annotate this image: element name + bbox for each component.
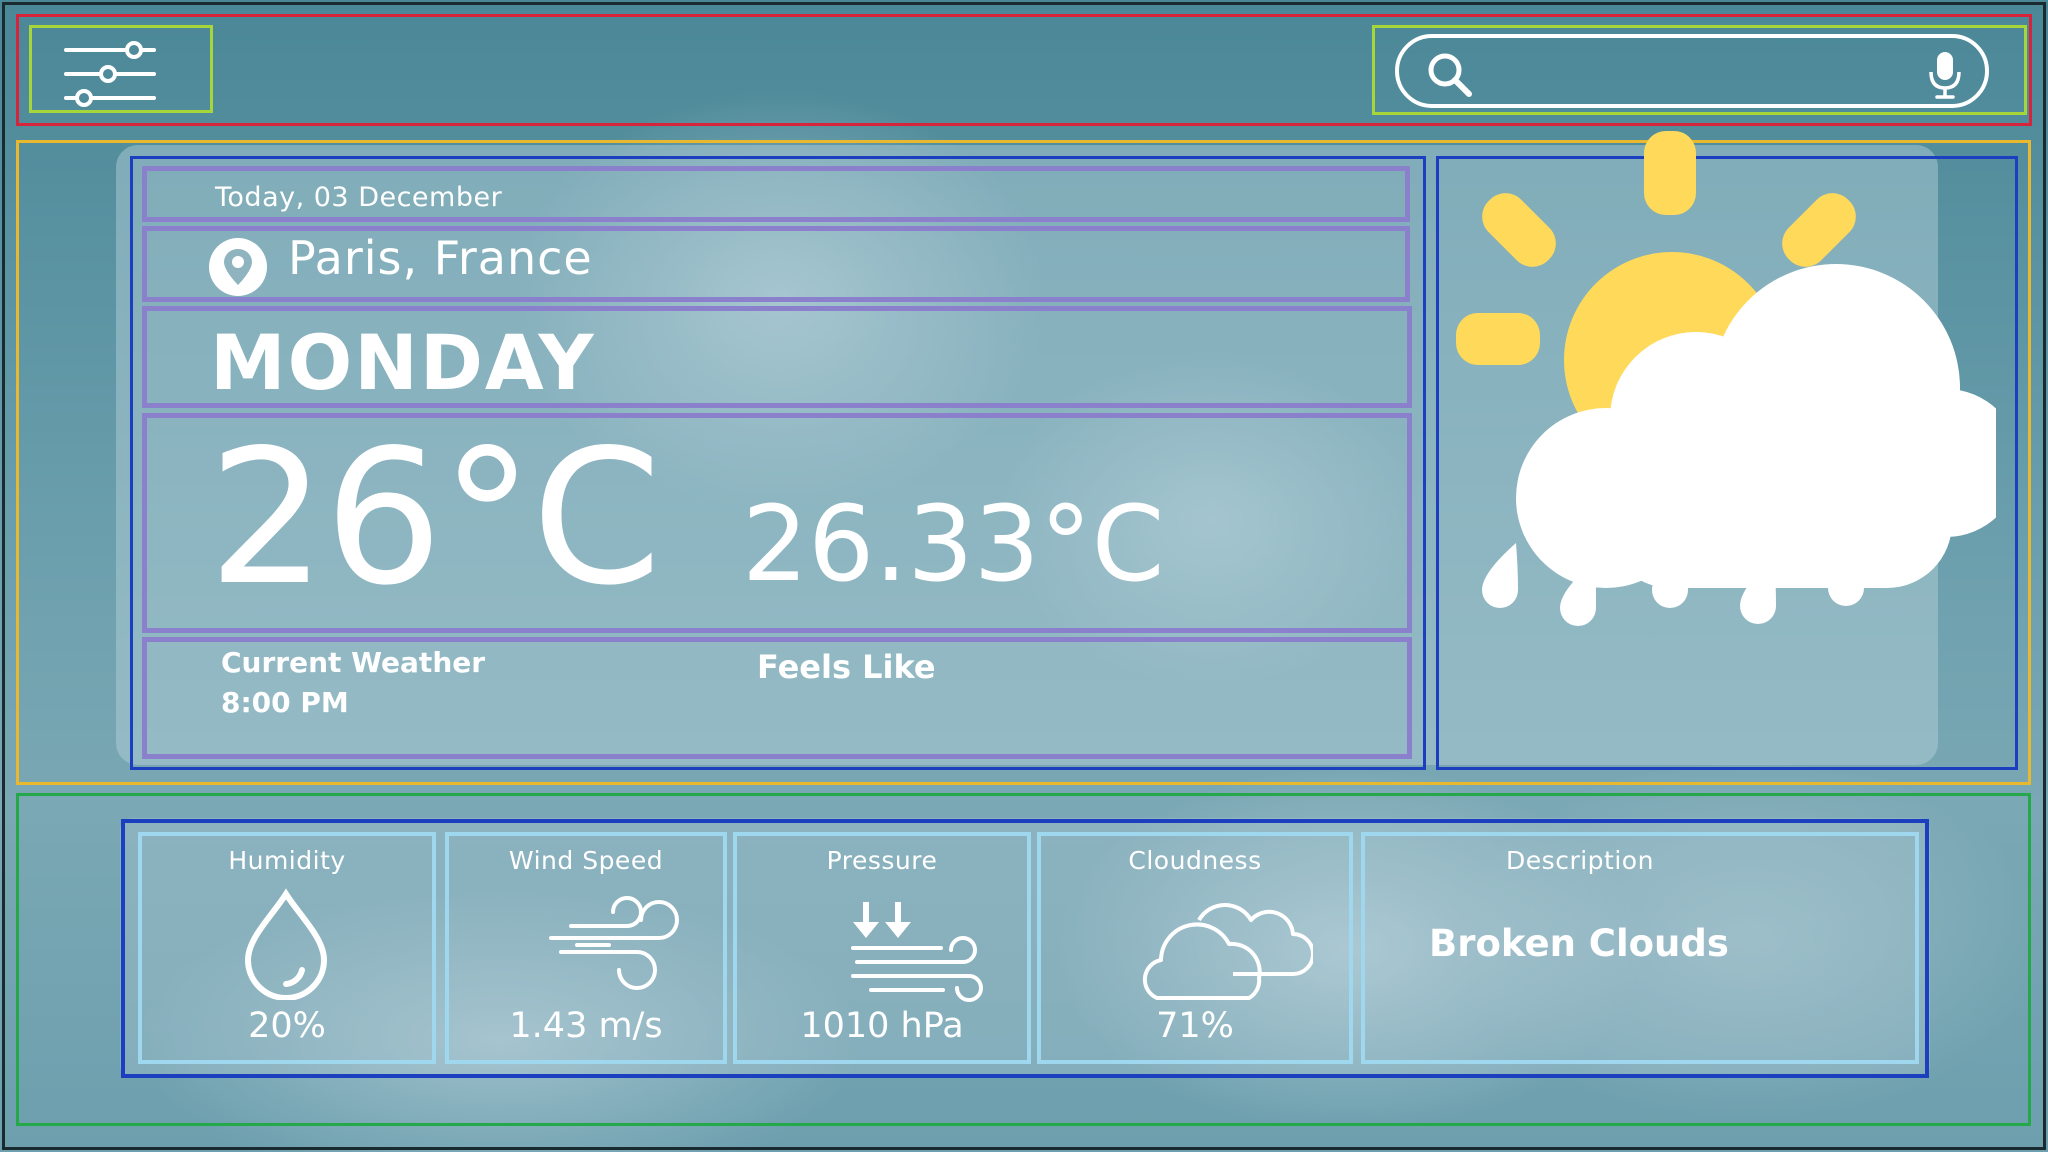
search-icon[interactable] bbox=[1425, 50, 1475, 100]
humidity-stat: Humidity 20% bbox=[138, 832, 436, 1064]
description-value: Broken Clouds bbox=[1429, 922, 1729, 965]
microphone-icon[interactable] bbox=[1927, 50, 1963, 100]
wind-speed-stat: Wind Speed 1.43 m/s bbox=[445, 832, 727, 1064]
feels-like-temperature: 26.33°C bbox=[742, 483, 1165, 605]
weather-app: { "search": { "placeholder": "" }, "curr… bbox=[0, 0, 2048, 1152]
wind-speed-label: Wind Speed bbox=[508, 846, 664, 875]
cloudiness-stat: Cloudness 71% bbox=[1037, 832, 1353, 1064]
sliders-icon bbox=[64, 41, 156, 107]
location-pin-icon bbox=[209, 238, 267, 296]
search-area bbox=[1372, 25, 2027, 115]
day-text: MONDAY bbox=[210, 318, 596, 407]
cloudiness-label: Cloudness bbox=[1128, 846, 1262, 875]
sun-cloud-rain-icon bbox=[1456, 131, 1996, 626]
wind-speed-value: 1.43 m/s bbox=[509, 1006, 663, 1046]
location-text: Paris, France bbox=[288, 231, 593, 285]
current-temperature: 26°C bbox=[208, 409, 662, 626]
date-text: Today, 03 December bbox=[215, 182, 503, 213]
current-time: 8:00 PM bbox=[221, 686, 349, 719]
pressure-icon bbox=[851, 902, 983, 1002]
description-stat: Description Broken Clouds bbox=[1361, 832, 1919, 1064]
feels-like-label: Feels Like bbox=[757, 648, 936, 686]
humidity-value: 20% bbox=[248, 1006, 326, 1046]
humidity-label: Humidity bbox=[228, 846, 346, 875]
cloudiness-value: 71% bbox=[1156, 1006, 1234, 1046]
search-bar[interactable] bbox=[1395, 34, 1989, 108]
description-label: Description bbox=[1506, 846, 1654, 875]
settings-filter-button[interactable] bbox=[29, 25, 213, 113]
pressure-value: 1010 hPa bbox=[800, 1006, 964, 1046]
current-weather-label: Current Weather bbox=[221, 646, 486, 679]
pressure-label: Pressure bbox=[826, 846, 938, 875]
clouds-icon bbox=[1142, 902, 1313, 1000]
wind-icon bbox=[549, 896, 679, 990]
pressure-stat: Pressure 1010 hPa bbox=[733, 832, 1031, 1064]
search-input[interactable] bbox=[1499, 48, 1903, 96]
top-bar bbox=[16, 14, 2032, 126]
droplet-icon bbox=[244, 888, 328, 1000]
